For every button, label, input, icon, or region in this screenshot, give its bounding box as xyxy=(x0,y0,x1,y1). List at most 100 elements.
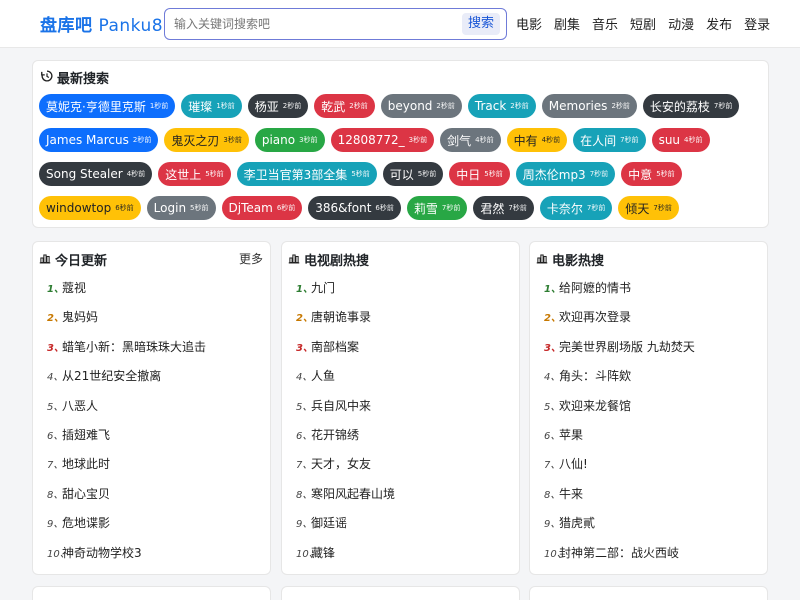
search-tag-text: DjTeam xyxy=(228,201,273,215)
search-tag[interactable]: Login 5秒前 xyxy=(146,196,216,220)
list-item[interactable]: 4、角头：斗阵欸 xyxy=(544,365,759,394)
list-item[interactable]: 3、蜡笔小新：黑暗珠珠大追击 xyxy=(47,336,262,365)
list-item[interactable]: 10、封神第二部：战火西岐 xyxy=(544,542,759,571)
list-item[interactable]: 3、南部档案 xyxy=(296,336,511,365)
search-tag[interactable]: 周杰伦mp3 7秒前 xyxy=(515,162,616,186)
list-item[interactable]: 9、猎虎貳 xyxy=(544,512,759,541)
rank-number: 2、 xyxy=(544,313,561,325)
search-tag-text: 璀璨 xyxy=(188,99,213,114)
list-item[interactable]: 1、给阿嬷的情书 xyxy=(544,277,759,306)
search-tag[interactable]: 君然 7秒前 xyxy=(473,196,534,220)
nav-movies[interactable]: 电影 xyxy=(516,14,542,33)
search-tag[interactable]: Memories 2秒前 xyxy=(541,94,637,118)
nav-short-drama[interactable]: 短剧 xyxy=(630,14,656,33)
list-item[interactable]: 8、甜心宝贝 xyxy=(47,483,262,512)
logo-en[interactable]: Panku8 xyxy=(99,16,164,36)
list-item-title: 鬼妈妈 xyxy=(62,310,99,325)
search-tag[interactable]: 剑气 4秒前 xyxy=(440,128,501,152)
search-tag[interactable]: DjTeam 6秒前 xyxy=(221,196,303,220)
search-tag[interactable]: 李卫当官第3部全集 5秒前 xyxy=(236,162,377,186)
rank-number: 7、 xyxy=(47,460,64,472)
rank-number: 5、 xyxy=(296,401,313,413)
more-link[interactable]: 更多 xyxy=(239,250,263,267)
search-tag[interactable]: 386&font 6秒前 xyxy=(308,196,401,220)
list-item[interactable]: 10、神奇动物学校3 xyxy=(47,542,262,571)
recent-tags: 莫妮克·亨德里克斯 1秒前 璀璨 1秒前 杨亚 2秒前 乾武 2秒前 beyond 2秒前 Trac… xyxy=(39,94,767,230)
list-item[interactable]: 2、唐朝诡事录 xyxy=(296,306,511,335)
list-item[interactable]: 7、天才，女友 xyxy=(296,453,511,482)
search-tag[interactable]: 倾天 7秒前 xyxy=(618,196,679,220)
search-tag[interactable]: piano 3秒前 xyxy=(254,128,325,152)
rank-number: 6、 xyxy=(544,430,561,442)
nav-music[interactable]: 音乐 xyxy=(592,14,618,33)
search-tag[interactable]: suu 4秒前 xyxy=(651,128,710,152)
search-tag[interactable]: 莉雪 7秒前 xyxy=(406,196,468,220)
search-tag[interactable]: 12808772_ 3秒前 xyxy=(330,128,435,152)
rank-number: 7、 xyxy=(296,460,313,472)
search-tag[interactable]: Track 2秒前 xyxy=(467,94,536,118)
search-tag[interactable]: 璀璨 1秒前 xyxy=(181,94,242,118)
list-item[interactable]: 4、从21世纪安全撤离 xyxy=(47,365,262,394)
list-card-sharers xyxy=(529,586,768,600)
search-tag-text: 长安的荔枝 xyxy=(649,99,710,114)
list-item[interactable]: 2、鬼妈妈 xyxy=(47,306,262,335)
search-tag-time: 3秒前 xyxy=(408,136,428,144)
list-item[interactable]: 7、八仙! xyxy=(544,453,759,482)
list-item[interactable]: 5、兵自风中来 xyxy=(296,395,511,424)
list-item[interactable]: 9、危地谍影 xyxy=(47,512,262,541)
list-item[interactable]: 5、欢迎来龙餐馆 xyxy=(544,395,759,424)
search-tag[interactable]: 这世上 5秒前 xyxy=(158,162,231,186)
nav-publish[interactable]: 发布 xyxy=(706,14,732,33)
rank-number: 5、 xyxy=(544,401,561,413)
list-item[interactable]: 10、藏锋 xyxy=(296,542,511,571)
search-tag[interactable]: James Marcus 2秒前 xyxy=(39,128,159,152)
list-card-today-updates: 今日更新 更多 1、蔻视 2、鬼妈妈 3、蜡笔小新：黑暗珠珠大追击 4、从21世纪安全… xyxy=(32,241,271,575)
search-tag[interactable]: 中有 4秒前 xyxy=(506,128,568,152)
nav-login[interactable]: 登录 xyxy=(744,14,770,33)
list-item[interactable]: 2、欢迎再次登录 xyxy=(544,306,759,335)
list-item-title: 唐朝诡事录 xyxy=(311,310,372,325)
list-item[interactable]: 6、苹果 xyxy=(544,424,759,453)
search-tag-time: 4秒前 xyxy=(541,136,561,144)
search-tag[interactable]: 中意 5秒前 xyxy=(621,162,682,186)
search-tag[interactable]: windowtop 6秒前 xyxy=(39,196,141,220)
list-item[interactable]: 1、蔻视 xyxy=(47,277,262,306)
search-tag[interactable]: 在人间 7秒前 xyxy=(573,128,646,152)
search-tag[interactable]: 杨亚 2秒前 xyxy=(247,94,309,118)
search-button[interactable]: 搜索 xyxy=(461,13,500,35)
list-item-title: 甜心宝贝 xyxy=(62,486,111,501)
list-item[interactable]: 8、牛来 xyxy=(544,483,759,512)
rank-number: 4、 xyxy=(296,372,313,384)
search-input[interactable] xyxy=(166,10,456,38)
list-item[interactable]: 9、御廷谣 xyxy=(296,512,511,541)
search-tag[interactable]: Song Stealer 4秒前 xyxy=(39,162,153,186)
nav-anime[interactable]: 动漫 xyxy=(668,14,694,33)
site-logo[interactable]: 盘库吧 Panku8 xyxy=(40,11,163,36)
rank-number: 9、 xyxy=(544,519,561,531)
list-item-title: 兵自风中来 xyxy=(311,398,372,413)
search-tag[interactable]: 长安的荔枝 7秒前 xyxy=(642,94,740,118)
list-item[interactable]: 1、九门 xyxy=(296,277,511,306)
search-tag[interactable]: 可以 5秒前 xyxy=(382,162,444,186)
list-item[interactable]: 8、寒阳风起春山境 xyxy=(296,483,511,512)
search-tag[interactable]: 鬼灭之刃 3秒前 xyxy=(164,128,249,152)
search-tag[interactable]: beyond 2秒前 xyxy=(380,94,462,118)
list-item[interactable]: 4、人鱼 xyxy=(296,365,511,394)
rank-number: 4、 xyxy=(47,372,64,384)
search-tag[interactable]: 中日 5秒前 xyxy=(449,162,510,186)
nav-series[interactable]: 剧集 xyxy=(554,14,580,33)
list-item[interactable]: 5、八恶人 xyxy=(47,395,262,424)
list-item[interactable]: 6、插翅难飞 xyxy=(47,424,262,453)
search-tag[interactable]: 莫妮克·亨德里克斯 1秒前 xyxy=(39,94,176,118)
list-item-title: 猎虎貳 xyxy=(559,516,596,531)
rank-number: 8、 xyxy=(47,489,64,501)
logo-cn[interactable]: 盘库吧 xyxy=(40,16,93,36)
list-item[interactable]: 3、完美世界剧场版 九劫焚天 xyxy=(544,336,759,365)
search-tag-text: beyond xyxy=(387,99,433,113)
search-tag[interactable]: 卡奈尔 7秒前 xyxy=(539,196,613,220)
search-tag[interactable]: 乾武 2秒前 xyxy=(314,94,375,118)
search-tag-time: 6秒前 xyxy=(115,204,134,212)
list-item[interactable]: 7、地球此时 xyxy=(47,453,262,482)
list-item[interactable]: 6、花开锦绣 xyxy=(296,424,511,453)
list-title: 电影热搜 xyxy=(536,250,604,269)
